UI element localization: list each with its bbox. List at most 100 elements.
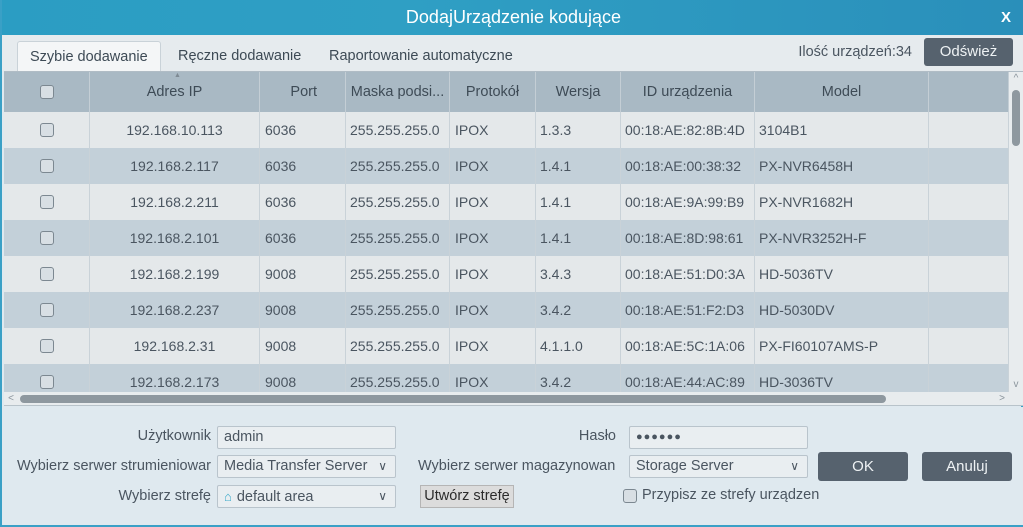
mask-cell: 255.255.255.0 <box>346 292 450 328</box>
row-checkbox[interactable] <box>39 123 54 137</box>
table-row[interactable]: 192.168.2.211 6036 255.255.255.0 IPOX 1.4.1 0… <box>4 184 1009 220</box>
model-cell: PX-NVR6458H <box>755 148 929 184</box>
table-row[interactable]: 192.168.2.31 9008 255.255.255.0 IPOX 4.1.1.0… <box>4 328 1009 364</box>
mask-cell: 255.255.255.0 <box>346 184 450 220</box>
vertical-scrollbar[interactable]: ^ v <box>1009 72 1023 392</box>
header-model[interactable]: Model <box>755 72 929 112</box>
horizontal-scroll-thumb[interactable] <box>20 395 886 403</box>
area-label: Wybierz strefę <box>118 488 211 504</box>
dialog-title: DodajUrządzenie kodujące <box>405 7 622 27</box>
device-id-cell: 00:18:AE:82:8B:4D <box>621 112 755 148</box>
model-cell: 3104B1 <box>755 112 929 148</box>
user-input[interactable]: admin <box>217 426 396 449</box>
device-form: Użytkownik admin Hasło ●●●●●● Wybierz se… <box>4 407 1023 525</box>
close-icon[interactable]: X <box>1001 0 1011 35</box>
scroll-right-icon[interactable]: > <box>995 392 1009 406</box>
storage-server-label: Wybierz serwer magazynowan <box>418 458 616 474</box>
select-cell <box>4 256 90 292</box>
model-cell: PX-FI60107AMS-P <box>755 328 929 364</box>
port-cell: 9008 <box>260 328 346 364</box>
row-checkbox[interactable] <box>39 195 54 209</box>
tab-auto-report[interactable]: Raportowanie automatyczne <box>317 41 525 71</box>
horizontal-scrollbar[interactable]: < > <box>4 392 1023 406</box>
select-cell <box>4 328 90 364</box>
chevron-down-icon: ∨ <box>378 459 387 473</box>
device-id-cell: 00:18:AE:00:38:32 <box>621 148 755 184</box>
device-id-cell: 00:18:AE:9A:99:B9 <box>621 184 755 220</box>
table-row[interactable]: 192.168.2.101 6036 255.255.255.0 IPOX 1.4.1 0… <box>4 220 1009 256</box>
row-checkbox[interactable] <box>39 303 54 317</box>
create-area-button[interactable]: Utwórz strefę <box>420 485 514 508</box>
table-row[interactable]: 192.168.2.117 6036 255.255.255.0 IPOX 1.4.1 0… <box>4 148 1009 184</box>
extra-cell <box>929 256 1009 292</box>
device-id-cell: 00:18:AE:51:F2:D3 <box>621 292 755 328</box>
ok-button[interactable]: OK <box>818 452 908 481</box>
table-row[interactable]: 192.168.2.237 9008 255.255.255.0 IPOX 3.4.2 0… <box>4 292 1009 328</box>
user-label: Użytkownik <box>137 428 211 444</box>
header-extra <box>929 72 1009 112</box>
protocol-cell: IPOX <box>450 328 536 364</box>
tab-bar: Szybie dodawanie Ręczne dodawanie Raport… <box>2 35 1023 71</box>
chevron-down-icon: ∨ <box>790 459 799 473</box>
protocol-cell: IPOX <box>450 148 536 184</box>
mask-cell: 255.255.255.0 <box>346 112 450 148</box>
area-select[interactable]: ⌂ default area ∨ <box>217 485 396 508</box>
tab-quick-add[interactable]: Szybie dodawanie <box>17 41 161 71</box>
extra-cell <box>929 112 1009 148</box>
ip-cell: 192.168.2.117 <box>90 148 260 184</box>
select-cell <box>4 112 90 148</box>
mask-cell: 255.255.255.0 <box>346 328 450 364</box>
stream-server-value: Media Transfer Server <box>224 458 368 474</box>
header-protocol[interactable]: Protokół <box>450 72 536 112</box>
header-port[interactable]: Port <box>260 72 346 112</box>
extra-cell <box>929 184 1009 220</box>
password-label: Hasło <box>578 428 616 444</box>
password-input[interactable]: ●●●●●● <box>629 426 808 449</box>
mask-cell: 255.255.255.0 <box>346 256 450 292</box>
version-cell: 3.4.2 <box>536 292 621 328</box>
row-checkbox[interactable] <box>39 339 54 353</box>
model-cell: HD-5036TV <box>755 256 929 292</box>
extra-cell <box>929 148 1009 184</box>
assign-from-area-label: Przypisz ze strefy urządzeni <box>642 487 820 503</box>
select-cell <box>4 148 90 184</box>
storage-server-select[interactable]: Storage Server ∨ <box>629 455 808 478</box>
vertical-scroll-thumb[interactable] <box>1012 90 1020 146</box>
protocol-cell: IPOX <box>450 112 536 148</box>
mask-cell: 255.255.255.0 <box>346 148 450 184</box>
header-version[interactable]: Wersja <box>536 72 621 112</box>
port-cell: 9008 <box>260 256 346 292</box>
area-value: default area <box>236 489 314 505</box>
header-device-id[interactable]: ID urządzenia <box>621 72 755 112</box>
tab-manual-add[interactable]: Ręczne dodawanie <box>166 41 313 71</box>
header-mask[interactable]: Maska podsi... <box>346 72 450 112</box>
storage-server-value: Storage Server <box>636 458 734 474</box>
version-cell: 3.4.3 <box>536 256 621 292</box>
select-all-checkbox[interactable] <box>39 85 54 99</box>
device-id-cell: 00:18:AE:51:D0:3A <box>621 256 755 292</box>
protocol-cell: IPOX <box>450 256 536 292</box>
select-cell <box>4 220 90 256</box>
ip-cell: 192.168.2.31 <box>90 328 260 364</box>
cancel-button[interactable]: Anuluj <box>922 452 1012 481</box>
mask-cell: 255.255.255.0 <box>346 220 450 256</box>
protocol-cell: IPOX <box>450 292 536 328</box>
scroll-down-icon[interactable]: v <box>1009 378 1023 392</box>
version-cell: 1.4.1 <box>536 220 621 256</box>
row-checkbox[interactable] <box>39 231 54 245</box>
refresh-button[interactable]: Odśwież <box>924 38 1013 66</box>
table-row[interactable]: 192.168.2.199 9008 255.255.255.0 IPOX 3.4.3 0… <box>4 256 1009 292</box>
assign-from-area-checkbox[interactable] <box>623 489 637 503</box>
table-row[interactable]: 192.168.10.113 6036 255.255.255.0 IPOX 1.3.3… <box>4 112 1009 148</box>
header-select-all <box>4 72 90 112</box>
row-checkbox[interactable] <box>39 375 54 389</box>
version-cell: 1.4.1 <box>536 184 621 220</box>
stream-server-select[interactable]: Media Transfer Server ∨ <box>217 455 396 478</box>
row-checkbox[interactable] <box>39 159 54 173</box>
scroll-up-icon[interactable]: ^ <box>1009 72 1023 86</box>
scroll-left-icon[interactable]: < <box>4 392 18 406</box>
row-checkbox[interactable] <box>39 267 54 281</box>
stream-server-label: Wybierz serwer strumieniowar <box>16 458 211 474</box>
model-cell: HD-5030DV <box>755 292 929 328</box>
add-encoding-device-dialog: DodajUrządzenie kodujące X Szybie dodawa… <box>0 0 1023 527</box>
